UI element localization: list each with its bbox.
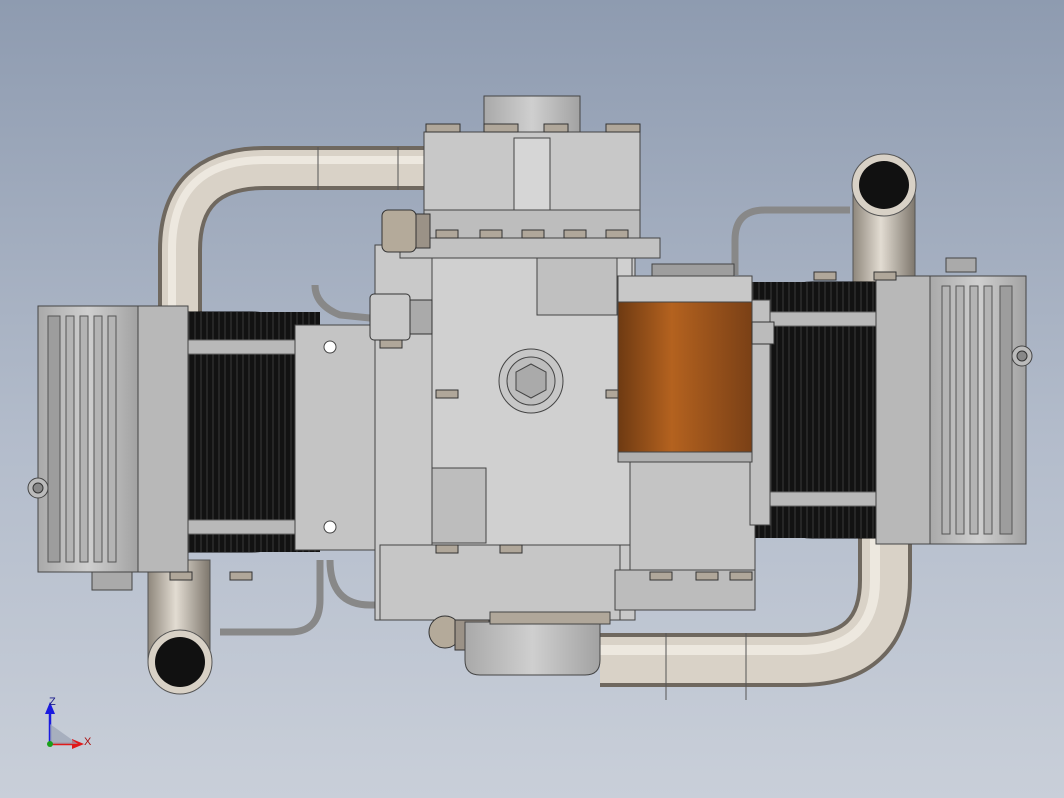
z-axis-label: Z <box>49 696 56 708</box>
left-cylinder-head <box>27 305 189 591</box>
y-axis-dot <box>47 741 53 747</box>
oil-filter <box>617 263 753 463</box>
right-cylinder-head <box>875 257 1033 545</box>
view-orientation-triad: Z X <box>36 696 106 760</box>
compressor-model[interactable] <box>0 0 1064 798</box>
x-axis-label: X <box>84 736 92 748</box>
cad-viewport[interactable]: Z X <box>0 0 1064 798</box>
upper-right-stub-pipe <box>851 153 917 286</box>
